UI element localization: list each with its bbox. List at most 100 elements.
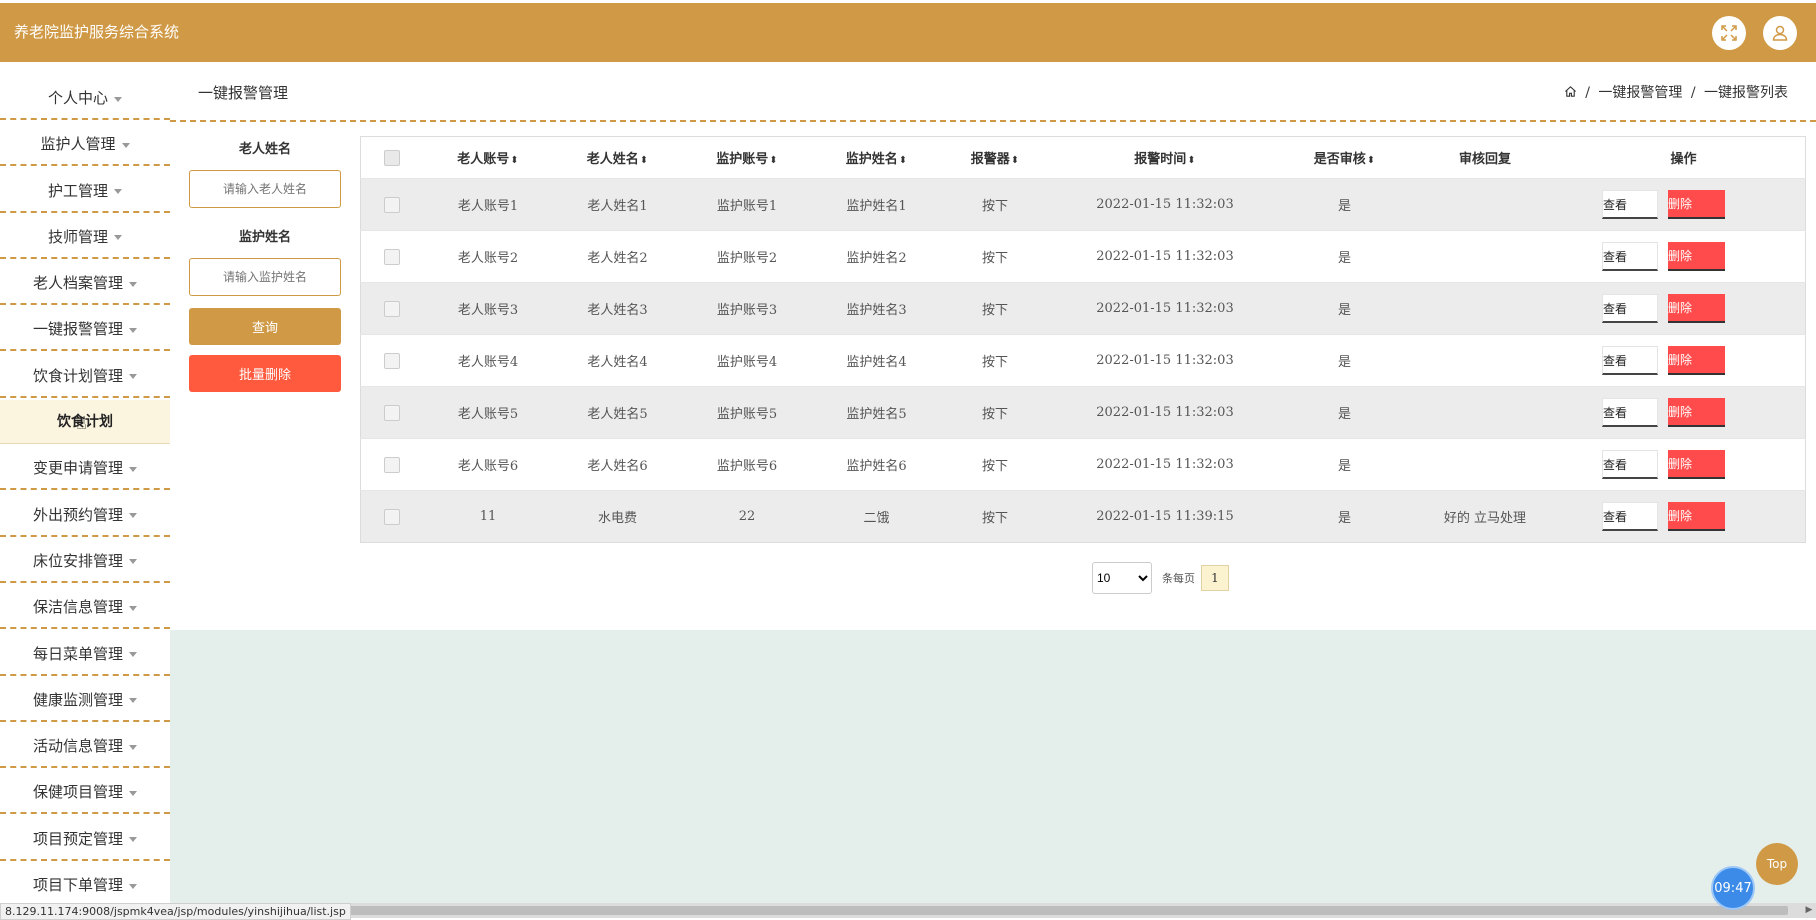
table-row: 老人账号1 老人姓名1 监护账号1 监护姓名1 按下 2022-01-15 11:32:0…	[360, 178, 1806, 231]
caret-down-icon	[129, 790, 137, 796]
sidebar-item-1[interactable]: 监护人管理	[0, 122, 170, 167]
view-button[interactable]: 查看	[1602, 502, 1658, 531]
sidebar-item-5[interactable]: 一键报警管理	[0, 307, 170, 352]
sidebar-item-after-3[interactable]: 保洁信息管理	[0, 585, 170, 630]
sidebar: 个人中心 监护人管理 护工管理 技师管理 老人档案管理 一键报警管理 饮食计划管理 饮食计划变…	[0, 76, 170, 908]
caret-down-icon	[129, 513, 137, 519]
sort-icon: ⬍	[898, 155, 908, 166]
caret-down-icon	[129, 883, 137, 889]
row-checkbox[interactable]	[361, 491, 424, 543]
table-cell: 2022-01-15 11:39:15	[1096, 509, 1234, 524]
batch-delete-button[interactable]: 批量删除	[189, 355, 341, 392]
actions-cell: 查看 删除	[1562, 335, 1806, 387]
select-all-checkbox[interactable]	[361, 137, 424, 179]
col-alarm-device[interactable]: 报警器⬍	[941, 137, 1049, 179]
sidebar-item-4[interactable]: 老人档案管理	[0, 261, 170, 306]
table-cell: 按下	[981, 355, 1008, 370]
table-cell: 监护账号4	[716, 355, 778, 370]
col-elder-account[interactable]: 老人账号⬍	[423, 137, 553, 179]
pagination: 102050 条每页 1	[1092, 562, 1229, 594]
sort-icon: ⬍	[1010, 155, 1020, 166]
delete-button[interactable]: 删除	[1668, 346, 1725, 375]
sidebar-item-6[interactable]: 饮食计划管理	[0, 354, 170, 398]
view-button[interactable]: 查看	[1602, 190, 1658, 219]
row-checkbox[interactable]	[361, 283, 424, 335]
sidebar-item-after-8[interactable]: 项目预定管理	[0, 817, 170, 861]
view-button[interactable]: 查看	[1602, 294, 1658, 323]
table-cell: 是	[1337, 303, 1351, 318]
row-checkbox[interactable]	[361, 335, 424, 387]
sidebar-item-2[interactable]: 护工管理	[0, 169, 170, 213]
sidebar-item-after-0[interactable]: 变更申请管理	[0, 446, 170, 491]
col-guardian-account[interactable]: 监护账号⬍	[682, 137, 812, 179]
table-cell: 水电费	[597, 511, 637, 526]
back-to-top-button[interactable]: Top	[1756, 843, 1798, 885]
col-alarm-time[interactable]: 报警时间⬍	[1049, 137, 1281, 179]
delete-button[interactable]: 删除	[1668, 398, 1725, 427]
sidebar-item-after-6[interactable]: 活动信息管理	[0, 724, 170, 769]
sidebar-item-after-4[interactable]: 每日菜单管理	[0, 632, 170, 676]
delete-button[interactable]: 删除	[1668, 190, 1725, 219]
sidebar-item-3[interactable]: 技师管理	[0, 215, 170, 259]
table-row: 老人账号6 老人姓名6 监护账号6 监护姓名6 按下 2022-01-15 11:32:0…	[360, 438, 1806, 491]
table-cell: 2022-01-15 11:32:03	[1096, 457, 1234, 472]
table-cell: 老人姓名2	[587, 251, 648, 266]
table-cell: 22	[738, 509, 756, 524]
caret-down-icon	[129, 466, 137, 472]
col-review-reply: 审核回复	[1458, 152, 1511, 167]
col-reviewed[interactable]: 是否审核⬍	[1281, 137, 1408, 179]
view-button[interactable]: 查看	[1602, 398, 1658, 427]
scroll-right-icon[interactable]: ▶	[1802, 903, 1816, 918]
mouse-cursor-icon: ☝	[76, 413, 87, 434]
sidebar-item-0[interactable]: 个人中心	[0, 76, 170, 120]
row-checkbox[interactable]	[361, 231, 424, 283]
view-button[interactable]: 查看	[1602, 242, 1658, 271]
sidebar-item-after-7[interactable]: 保健项目管理	[0, 770, 170, 815]
sidebar-item-after-2[interactable]: 床位安排管理	[0, 539, 170, 583]
table-cell: 2022-01-15 11:32:03	[1096, 353, 1234, 368]
table-cell: 按下	[981, 199, 1008, 214]
table-row: 老人账号3 老人姓名3 监护账号3 监护姓名3 按下 2022-01-15 11:32:0…	[360, 282, 1806, 335]
col-guardian-name[interactable]: 监护姓名⬍	[812, 137, 941, 179]
delete-button[interactable]: 删除	[1668, 450, 1725, 479]
fullscreen-icon[interactable]	[1712, 16, 1746, 50]
table-cell: 2022-01-15 11:32:03	[1096, 301, 1234, 316]
table-cell: 监护账号1	[716, 199, 778, 214]
caret-down-icon	[129, 374, 137, 380]
sidebar-item-after-9[interactable]: 项目下单管理	[0, 863, 170, 908]
scrollbar-thumb[interactable]	[344, 906, 1788, 915]
table-cell: 监护姓名2	[846, 251, 907, 266]
sidebar-item-after-1[interactable]: 外出预约管理	[0, 493, 170, 537]
user-icon[interactable]	[1763, 16, 1797, 50]
table-cell: 监护账号6	[716, 459, 778, 474]
row-checkbox[interactable]	[361, 179, 424, 231]
page-size-select[interactable]: 102050	[1092, 562, 1152, 594]
table-cell: 监护账号2	[716, 251, 778, 266]
table-cell: 2022-01-15 11:32:03	[1096, 197, 1234, 212]
table-cell: 老人账号5	[457, 407, 519, 422]
view-button[interactable]: 查看	[1602, 450, 1658, 479]
delete-button[interactable]: 删除	[1668, 294, 1725, 323]
delete-button[interactable]: 删除	[1668, 502, 1725, 531]
view-button[interactable]: 查看	[1602, 346, 1658, 375]
table-row: 11 水电费 22 二饿 按下 2022-01-15 11:39:15 是 好的 立马处理 查看…	[360, 490, 1806, 543]
table-cell: 好的 立马处理	[1443, 511, 1527, 526]
table-cell: 老人姓名6	[587, 459, 648, 474]
sidebar-item-after-5[interactable]: 健康监测管理	[0, 678, 170, 722]
table-cell: 按下	[981, 459, 1008, 474]
row-checkbox[interactable]	[361, 439, 424, 491]
table-cell: 老人姓名4	[587, 355, 648, 370]
elder-name-input[interactable]	[189, 170, 341, 208]
breadcrumb-item[interactable]: 一键报警管理	[1598, 85, 1682, 101]
alarm-table: 老人账号⬍ 老人姓名⬍ 监护账号⬍ 监护姓名⬍ 报警器⬍ 报警时间⬍ 是否审核⬍…	[360, 136, 1806, 543]
page-number-1[interactable]: 1	[1201, 565, 1229, 591]
page-header: 一键报警管理 / 一键报警管理 / 一键报警列表	[170, 62, 1816, 122]
query-button[interactable]: 查询	[189, 308, 341, 345]
col-elder-name[interactable]: 老人姓名⬍	[553, 137, 682, 179]
guardian-name-input[interactable]	[189, 258, 341, 296]
home-icon[interactable]	[1564, 85, 1581, 101]
table-cell: 监护账号3	[716, 303, 778, 318]
elder-name-label: 老人姓名	[238, 142, 291, 157]
row-checkbox[interactable]	[361, 387, 424, 439]
delete-button[interactable]: 删除	[1668, 242, 1725, 271]
